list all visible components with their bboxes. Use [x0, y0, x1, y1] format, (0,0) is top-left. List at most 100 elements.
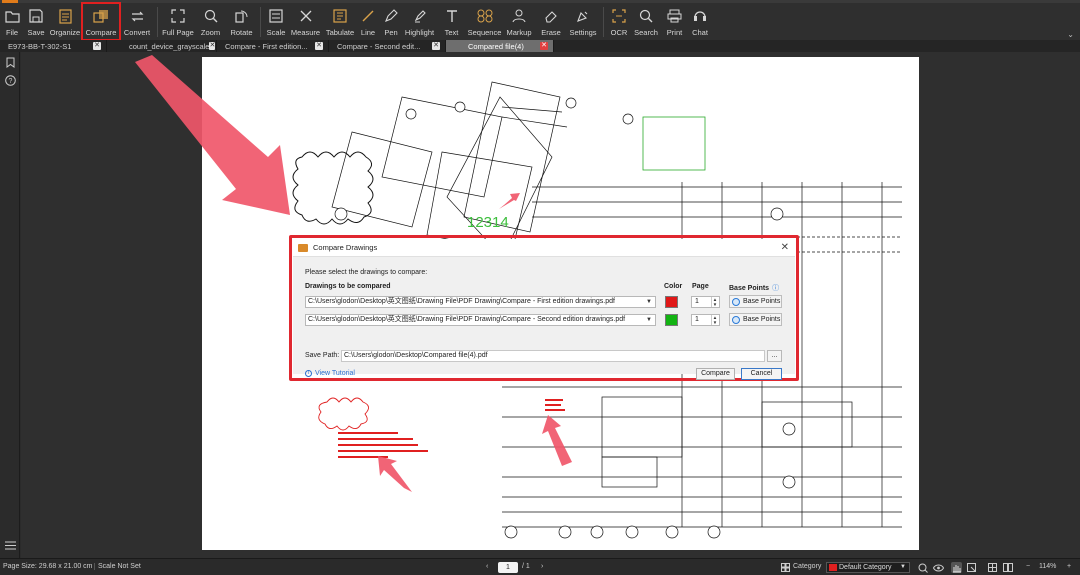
category-color-swatch	[829, 564, 837, 571]
close-icon[interactable]: ✕	[540, 42, 548, 50]
measure-label: Measure	[290, 28, 321, 37]
first-drawing-color[interactable]	[665, 296, 678, 308]
second-page-value: 1	[695, 316, 699, 323]
measure-button[interactable]: Measure	[288, 3, 323, 40]
close-icon[interactable]: ✕	[781, 242, 789, 253]
zoom-fit-icon[interactable]	[917, 562, 928, 573]
svg-text:?: ?	[8, 78, 12, 85]
tutorial-label: View Tutorial	[315, 370, 355, 377]
left-sidebar: ?	[0, 52, 20, 558]
full-page-button[interactable]: Full Page	[161, 3, 195, 40]
tab-compared-file[interactable]: Compared file(4) ✕	[446, 40, 554, 52]
chat-button[interactable]: Chat	[688, 3, 712, 40]
close-icon[interactable]: ✕	[315, 42, 323, 50]
next-page-icon[interactable]: ›	[541, 563, 543, 570]
help-icon[interactable]: ?	[3, 73, 17, 87]
tabulate-button[interactable]: Tabulate	[323, 3, 357, 40]
sequence-icon	[476, 7, 494, 25]
select-tool-icon[interactable]	[966, 562, 977, 573]
print-icon	[666, 7, 684, 25]
second-page-spinner[interactable]: 1 ▲ ▼	[691, 314, 720, 326]
save-button[interactable]: Save	[24, 3, 48, 40]
first-base-points-button[interactable]: Base Points	[729, 295, 782, 308]
line-button[interactable]: Line	[357, 3, 379, 40]
hand-tool-icon[interactable]	[951, 562, 962, 573]
zoom-button[interactable]: Zoom	[195, 3, 226, 40]
view-tutorial-link[interactable]: i View Tutorial	[305, 370, 355, 377]
rotate-button[interactable]: Rotate	[226, 3, 257, 40]
zoom-level[interactable]: 114%	[1039, 563, 1056, 570]
scale-icon	[267, 7, 285, 25]
settings-button[interactable]: Settings	[566, 3, 600, 40]
compare-drawings-dialog: Compare Drawings ✕ Please select the dra…	[293, 239, 795, 380]
tab-document[interactable]: E973-BB-T-302-S1 ✕	[0, 40, 107, 52]
tab-document[interactable]: count_device_grayscale ✕	[107, 40, 217, 52]
markup-button[interactable]: Markup	[502, 3, 536, 40]
second-drawing-select[interactable]: C:\Users\glodon\Desktop\英文图纸\Drawing Fil…	[305, 314, 656, 326]
pen-icon	[382, 7, 400, 25]
text-button[interactable]: Text	[436, 3, 467, 40]
settings-label: Settings	[569, 28, 597, 37]
close-icon[interactable]: ✕	[209, 42, 216, 50]
spinner-arrows-icon[interactable]: ▲ ▼	[711, 297, 718, 307]
first-drawing-path: C:\Users\glodon\Desktop\英文图纸\Drawing Fil…	[308, 298, 615, 305]
page-number-input[interactable]: 1	[498, 562, 518, 573]
menu-icon[interactable]	[3, 538, 17, 552]
full-page-icon	[169, 7, 187, 25]
compare-icon	[92, 7, 110, 25]
highlight-button[interactable]: Highlight	[403, 3, 436, 40]
category-select[interactable]: Default Category ▼	[826, 562, 910, 573]
rotate-label: Rotate	[230, 28, 253, 37]
search-button[interactable]: Search	[631, 3, 661, 40]
second-drawing-path: C:\Users\glodon\Desktop\英文图纸\Drawing Fil…	[308, 316, 626, 323]
info-icon[interactable]: ⓘ	[772, 285, 779, 292]
file-button[interactable]: File	[0, 3, 24, 40]
tab-label: Compared file(4)	[468, 41, 524, 51]
scale-button[interactable]: Scale	[264, 3, 288, 40]
eye-icon[interactable]	[933, 562, 944, 573]
erase-button[interactable]: Erase	[536, 3, 566, 40]
close-icon[interactable]: ✕	[93, 42, 101, 50]
ocr-button[interactable]: OCR	[607, 3, 631, 40]
zoom-out-icon[interactable]: −	[1026, 563, 1030, 570]
chevron-down-icon[interactable]: ⌄	[1067, 30, 1074, 39]
second-drawing-color[interactable]	[665, 314, 678, 326]
scale-label: Scale	[266, 28, 286, 37]
tab-document[interactable]: Compare - First edition... ✕	[217, 40, 329, 52]
sequence-button[interactable]: Sequence	[467, 3, 502, 40]
scale-status[interactable]: Scale Not Set	[94, 563, 141, 570]
tab-document[interactable]: Compare - Second edit... ✕	[329, 40, 446, 52]
spinner-arrows-icon[interactable]: ▲ ▼	[711, 315, 718, 325]
highlight-label: Highlight	[404, 28, 435, 37]
search-label: Search	[634, 28, 658, 37]
first-page-spinner[interactable]: 1 ▲ ▼	[691, 296, 720, 308]
category-value: Default Category	[839, 564, 892, 571]
organize-button[interactable]: Organize	[48, 3, 82, 40]
save-path-input[interactable]: C:\Users\glodon\Desktop\Compared file(4)…	[341, 350, 765, 362]
color-header: Color	[664, 283, 683, 290]
compare-button[interactable]: Compare	[81, 2, 121, 41]
page-total: / 1	[522, 563, 530, 570]
first-drawing-select[interactable]: C:\Users\glodon\Desktop\英文图纸\Drawing Fil…	[305, 296, 656, 308]
prev-page-icon[interactable]: ‹	[486, 563, 488, 570]
print-button[interactable]: Print	[661, 3, 688, 40]
base-points-header-label: Base Points	[729, 285, 770, 292]
browse-button[interactable]: ...	[767, 350, 782, 362]
folder-icon	[3, 7, 21, 25]
compare-submit-button[interactable]: Compare	[696, 368, 735, 380]
two-page-icon[interactable]	[1002, 562, 1013, 573]
single-page-icon[interactable]	[987, 562, 998, 573]
close-icon[interactable]: ✕	[432, 42, 440, 50]
cancel-button[interactable]: Cancel	[741, 368, 782, 380]
tab-label: count_device_grayscale	[129, 41, 210, 51]
second-base-points-button[interactable]: Base Points	[729, 313, 782, 326]
pen-button[interactable]: Pen	[379, 3, 403, 40]
convert-button[interactable]: Convert	[120, 3, 154, 40]
toolbar-divider	[603, 7, 604, 37]
convert-icon	[128, 7, 146, 25]
base-points-label: Base Points	[743, 316, 781, 323]
app-window: File Save Organize Compare Convert Full …	[0, 0, 1080, 575]
zoom-in-icon[interactable]: +	[1067, 563, 1071, 570]
markup-icon	[510, 7, 528, 25]
bookmark-icon[interactable]	[3, 55, 17, 69]
